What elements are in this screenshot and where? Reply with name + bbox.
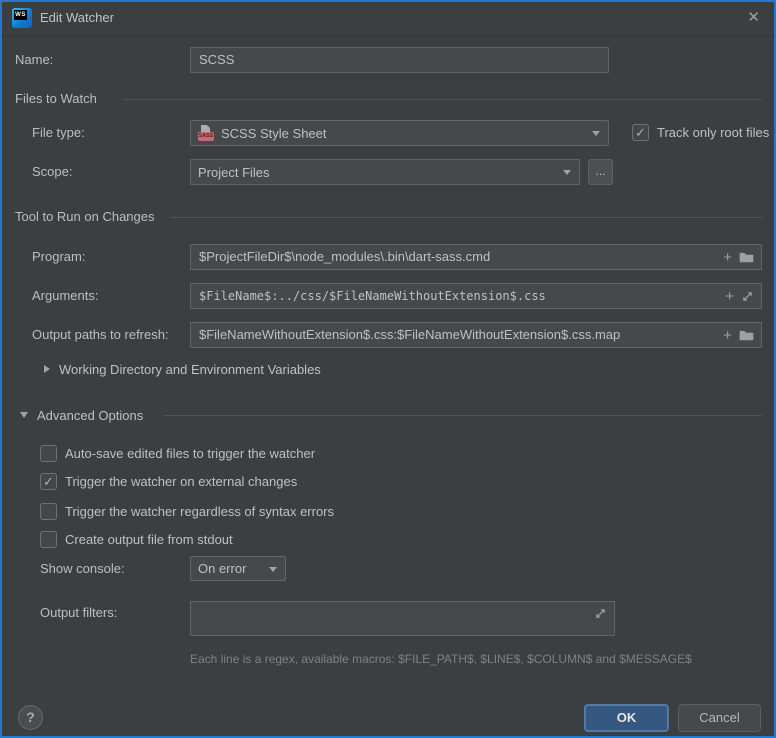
collapsed-arrow-icon bbox=[44, 365, 50, 373]
close-icon[interactable]: ✕ bbox=[747, 2, 760, 34]
expand-field-icon[interactable] bbox=[741, 290, 754, 303]
edit-watcher-dialog: WS Edit Watcher ✕ Name: SCSS Files to Wa… bbox=[0, 0, 776, 738]
name-label: Name: bbox=[15, 47, 53, 73]
output-filters-label: Output filters: bbox=[40, 600, 117, 626]
insert-macro-icon[interactable]: + bbox=[723, 328, 732, 343]
show-console-combobox[interactable]: On error bbox=[190, 556, 286, 581]
arguments-label: Arguments: bbox=[32, 283, 98, 309]
output-paths-input[interactable]: $FileNameWithoutExtension$.css:$FileName… bbox=[190, 322, 762, 348]
track-root-files-checkbox-row[interactable]: ✓ Track only root files bbox=[632, 123, 769, 141]
output-paths-label: Output paths to refresh: bbox=[32, 322, 169, 348]
show-console-label: Show console: bbox=[40, 556, 125, 581]
ok-button[interactable]: OK bbox=[584, 704, 669, 732]
folder-icon[interactable] bbox=[739, 250, 754, 265]
expand-field-icon[interactable] bbox=[594, 607, 607, 620]
external-changes-checkbox[interactable]: ✓ bbox=[40, 473, 57, 490]
scss-file-icon-text: SASS bbox=[198, 132, 214, 141]
insert-macro-icon[interactable]: + bbox=[723, 250, 732, 265]
working-directory-group-toggle[interactable]: Working Directory and Environment Variab… bbox=[44, 361, 321, 377]
files-section-title: Files to Watch bbox=[15, 91, 97, 106]
advanced-options-title: Advanced Options bbox=[37, 408, 143, 423]
files-section-separator bbox=[124, 99, 762, 100]
program-value: $ProjectFileDir$\node_modules\.bin\dart-… bbox=[199, 249, 490, 264]
output-paths-value: $FileNameWithoutExtension$.css:$FileName… bbox=[199, 327, 620, 342]
tool-section-separator bbox=[170, 217, 762, 218]
chevron-down-icon bbox=[592, 131, 600, 136]
working-directory-group-label: Working Directory and Environment Variab… bbox=[59, 362, 321, 377]
chevron-down-icon bbox=[563, 170, 571, 175]
syntax-errors-checkbox-row[interactable]: Trigger the watcher regardless of syntax… bbox=[40, 502, 334, 520]
help-button[interactable]: ? bbox=[18, 705, 43, 730]
advanced-options-toggle[interactable]: Advanced Options bbox=[20, 407, 143, 423]
file-type-label: File type: bbox=[32, 120, 85, 146]
titlebar: WS Edit Watcher ✕ bbox=[2, 2, 774, 36]
webstorm-icon: WS bbox=[12, 8, 32, 28]
autosave-checkbox-row[interactable]: Auto-save edited files to trigger the wa… bbox=[40, 444, 315, 462]
autosave-label: Auto-save edited files to trigger the wa… bbox=[65, 446, 315, 461]
folder-icon[interactable] bbox=[739, 328, 754, 343]
autosave-checkbox[interactable] bbox=[40, 445, 57, 462]
output-filters-input[interactable] bbox=[190, 601, 615, 636]
scope-browse-button[interactable]: ... bbox=[588, 159, 613, 185]
track-root-files-checkbox[interactable]: ✓ bbox=[632, 124, 649, 141]
scss-file-icon: SASS bbox=[198, 125, 214, 141]
scope-value: Project Files bbox=[198, 165, 270, 180]
arguments-input[interactable]: $FileName$:../css/$FileNameWithoutExtens… bbox=[190, 283, 762, 309]
scope-combobox[interactable]: Project Files bbox=[190, 159, 580, 185]
syntax-errors-checkbox[interactable] bbox=[40, 503, 57, 520]
webstorm-icon-badge: WS bbox=[14, 10, 27, 20]
insert-macro-icon[interactable]: + bbox=[725, 289, 734, 304]
stdout-label: Create output file from stdout bbox=[65, 532, 233, 547]
syntax-errors-label: Trigger the watcher regardless of syntax… bbox=[65, 504, 334, 519]
file-type-combobox[interactable]: SASS SCSS Style Sheet bbox=[190, 120, 609, 146]
name-value: SCSS bbox=[199, 52, 234, 67]
output-filters-hint: Each line is a regex, available macros: … bbox=[190, 652, 692, 666]
stdout-checkbox-row[interactable]: Create output file from stdout bbox=[40, 530, 233, 548]
expanded-arrow-icon bbox=[20, 412, 28, 418]
show-console-value: On error bbox=[198, 561, 246, 576]
cancel-button[interactable]: Cancel bbox=[678, 704, 761, 732]
program-label: Program: bbox=[32, 244, 85, 270]
scope-label: Scope: bbox=[32, 159, 72, 185]
tool-section-title: Tool to Run on Changes bbox=[15, 209, 154, 224]
name-input[interactable]: SCSS bbox=[190, 47, 609, 73]
external-changes-checkbox-row[interactable]: ✓ Trigger the watcher on external change… bbox=[40, 472, 297, 490]
track-root-files-label: Track only root files bbox=[657, 125, 769, 140]
external-changes-label: Trigger the watcher on external changes bbox=[65, 474, 297, 489]
advanced-section-separator bbox=[164, 415, 762, 416]
chevron-down-icon bbox=[269, 567, 277, 572]
arguments-value: $FileName$:../css/$FileNameWithoutExtens… bbox=[199, 289, 546, 303]
dialog-title: Edit Watcher bbox=[40, 2, 114, 34]
stdout-checkbox[interactable] bbox=[40, 531, 57, 548]
file-type-value: SCSS Style Sheet bbox=[221, 126, 327, 141]
program-input[interactable]: $ProjectFileDir$\node_modules\.bin\dart-… bbox=[190, 244, 762, 270]
